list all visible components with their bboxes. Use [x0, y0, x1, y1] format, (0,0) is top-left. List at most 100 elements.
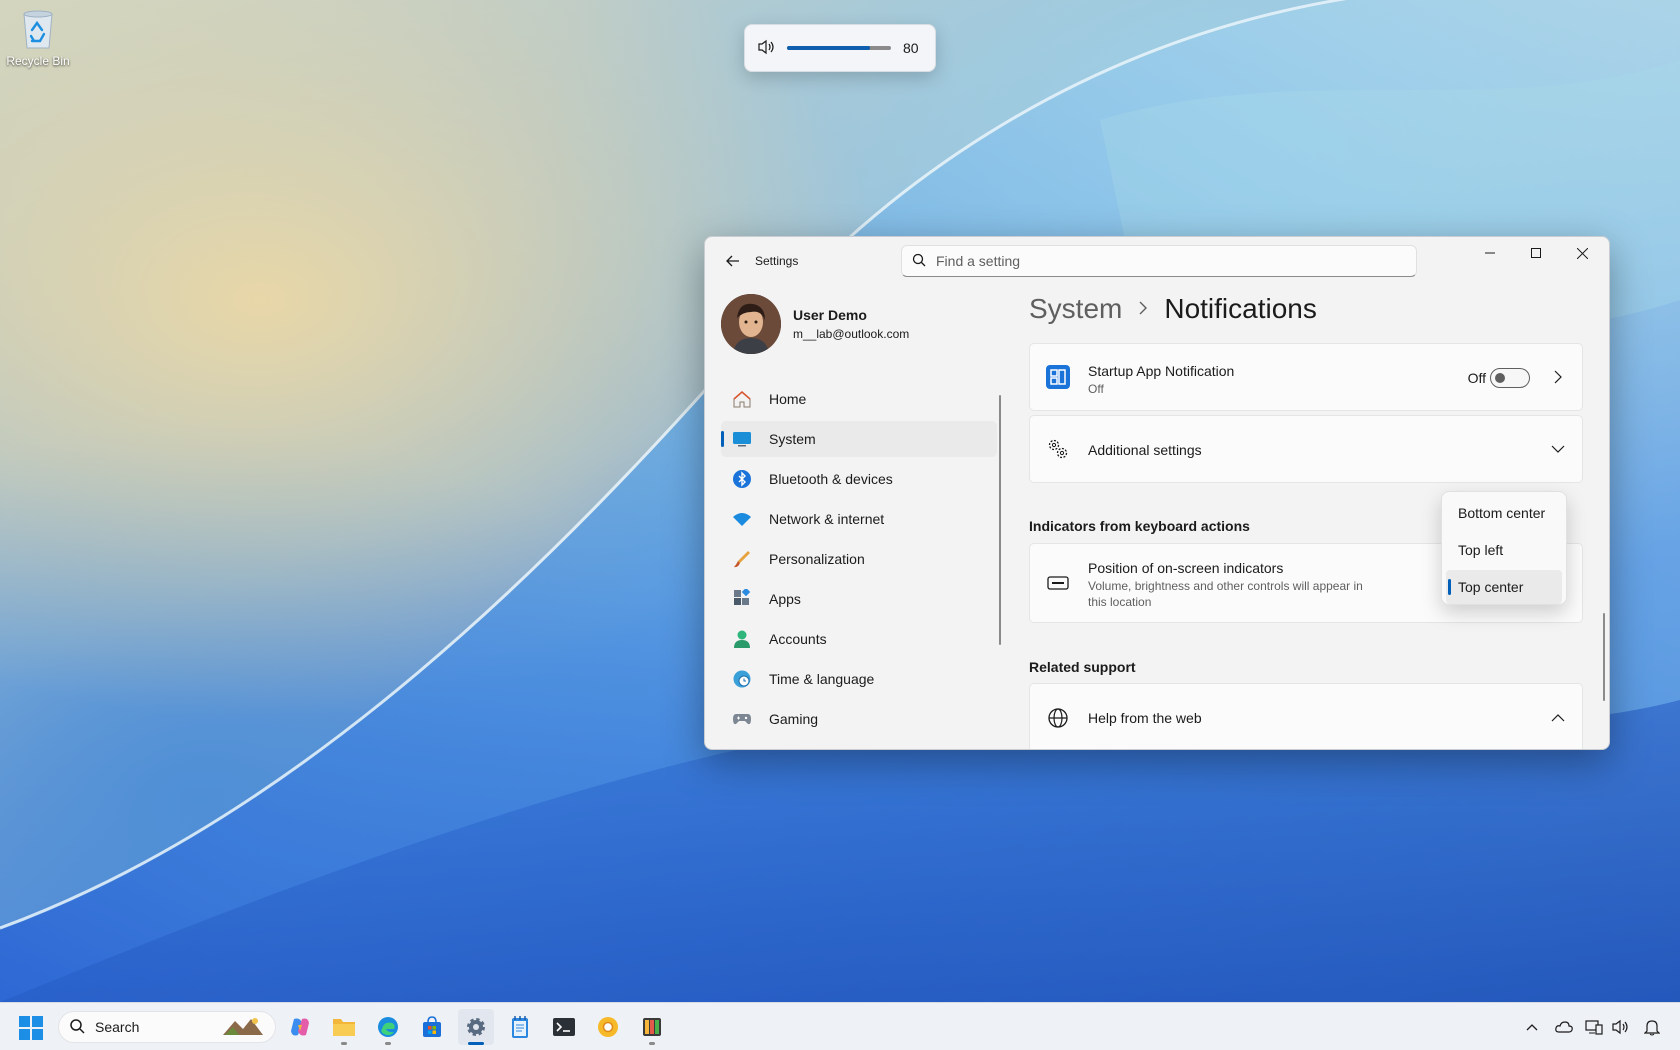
- additional-settings-row[interactable]: Additional settings: [1029, 415, 1583, 483]
- content-scrollbar[interactable]: [1603, 613, 1605, 701]
- maximize-icon: [1531, 248, 1541, 258]
- minimize-button[interactable]: [1467, 237, 1513, 269]
- close-icon: [1576, 247, 1588, 259]
- sidebar-item-label: Personalization: [769, 551, 865, 567]
- speaker-icon[interactable]: [1610, 1017, 1630, 1037]
- dropdown-option-bottom-center[interactable]: Bottom center: [1446, 496, 1562, 530]
- sidebar-item-gaming[interactable]: Gaming: [721, 701, 997, 737]
- sidebar-item-accounts[interactable]: Accounts: [721, 621, 997, 657]
- taskbar-copilot[interactable]: [282, 1009, 318, 1045]
- recycle-bin-icon: [18, 6, 58, 50]
- position-dropdown-menu: Bottom center Top left Top center: [1441, 491, 1567, 605]
- sidebar-item-home[interactable]: Home: [721, 381, 997, 417]
- volume-slider[interactable]: [787, 46, 891, 50]
- taskbar-app[interactable]: [634, 1009, 670, 1045]
- sidebar-item-apps[interactable]: Apps: [721, 581, 997, 617]
- user-email: m__lab@outlook.com: [793, 327, 910, 341]
- minimize-icon: [1485, 252, 1495, 254]
- sidebar-item-label: Time & language: [769, 671, 875, 687]
- folder-icon: [333, 1019, 355, 1036]
- sidebar-item-personalization[interactable]: Personalization: [721, 541, 997, 577]
- account-icon: [731, 628, 753, 650]
- sidebar-item-bluetooth[interactable]: Bluetooth & devices: [721, 461, 997, 497]
- maximize-button[interactable]: [1513, 237, 1559, 269]
- copilot-icon: [291, 1018, 309, 1036]
- sidebar-nav: Home System Bluetooth & devices Network …: [721, 381, 997, 741]
- sidebar-item-label: System: [769, 431, 816, 447]
- sidebar-scrollbar[interactable]: [999, 395, 1001, 645]
- startup-title: Startup App Notification: [1088, 363, 1235, 379]
- volume-flyout: 80: [744, 24, 936, 72]
- sidebar-item-network[interactable]: Network & internet: [721, 501, 997, 537]
- running-indicator: [385, 1042, 391, 1045]
- dropdown-option-top-left[interactable]: Top left: [1446, 533, 1562, 567]
- taskbar-notepad[interactable]: [502, 1009, 538, 1045]
- dropdown-option-top-center[interactable]: Top center: [1446, 570, 1562, 604]
- sidebar-item-label: Gaming: [769, 711, 819, 727]
- startup-toggle[interactable]: [1490, 368, 1530, 388]
- startup-app-icon: [1046, 365, 1070, 389]
- volume-value: 80: [903, 40, 919, 56]
- gears-icon: [1046, 437, 1070, 461]
- network-icon[interactable]: [1584, 1017, 1604, 1037]
- taskbar-file-explorer[interactable]: [326, 1009, 362, 1045]
- taskbar-search[interactable]: Search: [58, 1011, 276, 1043]
- user-name: User Demo: [793, 307, 867, 323]
- volume-slider-fill: [787, 46, 871, 50]
- terminal-icon: [553, 1018, 575, 1036]
- taskbar-edge[interactable]: [370, 1009, 406, 1045]
- startup-subtitle: Off: [1088, 382, 1104, 396]
- notepad-icon: [512, 1016, 528, 1038]
- breadcrumb-parent[interactable]: System: [1029, 293, 1122, 325]
- sidebar-item-system[interactable]: System: [721, 421, 997, 457]
- search-icon: [912, 253, 926, 270]
- help-title: Help from the web: [1088, 710, 1202, 726]
- taskbar-settings[interactable]: [458, 1009, 494, 1045]
- breadcrumb: System Notifications: [1029, 293, 1317, 325]
- start-button[interactable]: [18, 1015, 44, 1041]
- sidebar-item-label: Home: [769, 391, 807, 407]
- taskbar-store[interactable]: [414, 1009, 450, 1045]
- taskbar-search-label: Search: [95, 1019, 140, 1035]
- recycle-bin[interactable]: Recycle Bin: [4, 6, 72, 68]
- indicator-icon: [1046, 571, 1070, 595]
- taskbar-canary[interactable]: [590, 1009, 626, 1045]
- chevron-right-icon: [1550, 369, 1566, 385]
- back-arrow-icon: [726, 255, 739, 267]
- sidebar-item-label: Apps: [769, 591, 801, 607]
- search-box[interactable]: [901, 245, 1417, 277]
- chevron-down-icon: [1550, 441, 1566, 457]
- startup-app-notification-row[interactable]: Startup App Notification Off Off: [1029, 343, 1583, 411]
- store-icon: [423, 1016, 441, 1037]
- apps-icon: [731, 588, 753, 610]
- sidebar-item-label: Bluetooth & devices: [769, 471, 893, 487]
- windows-logo-icon: [19, 1016, 43, 1040]
- taskbar: Search: [0, 1002, 1680, 1050]
- onedrive-icon[interactable]: [1554, 1017, 1574, 1037]
- back-button[interactable]: [721, 249, 745, 273]
- settings-window: Settings User Demo: [704, 236, 1610, 750]
- toggle-state-label: Off: [1467, 370, 1486, 386]
- running-indicator: [468, 1042, 484, 1045]
- taskbar-terminal[interactable]: [546, 1009, 582, 1045]
- avatar: [721, 294, 781, 354]
- search-input[interactable]: [936, 253, 1406, 269]
- bluetooth-icon: [731, 468, 753, 490]
- related-support-heading: Related support: [1029, 659, 1136, 675]
- recycle-bin-label: Recycle Bin: [6, 54, 70, 68]
- search-highlight-icon: [221, 1015, 265, 1040]
- running-indicator: [341, 1042, 347, 1045]
- close-button[interactable]: [1559, 237, 1605, 269]
- home-icon: [731, 388, 753, 410]
- globe-icon: [1046, 706, 1070, 730]
- running-indicator: [649, 1042, 655, 1045]
- chevron-up-icon: [1550, 710, 1566, 726]
- position-description: Volume, brightness and other controls wi…: [1088, 579, 1363, 609]
- chevron-up-icon[interactable]: [1522, 1017, 1542, 1037]
- notification-bell-icon[interactable]: [1642, 1017, 1662, 1037]
- sidebar-item-time-language[interactable]: Time & language: [721, 661, 997, 697]
- wifi-icon: [731, 508, 753, 530]
- indicators-heading: Indicators from keyboard actions: [1029, 518, 1250, 534]
- help-from-web-row[interactable]: Help from the web: [1029, 683, 1583, 749]
- user-profile[interactable]: User Demo m__lab@outlook.com: [721, 293, 909, 355]
